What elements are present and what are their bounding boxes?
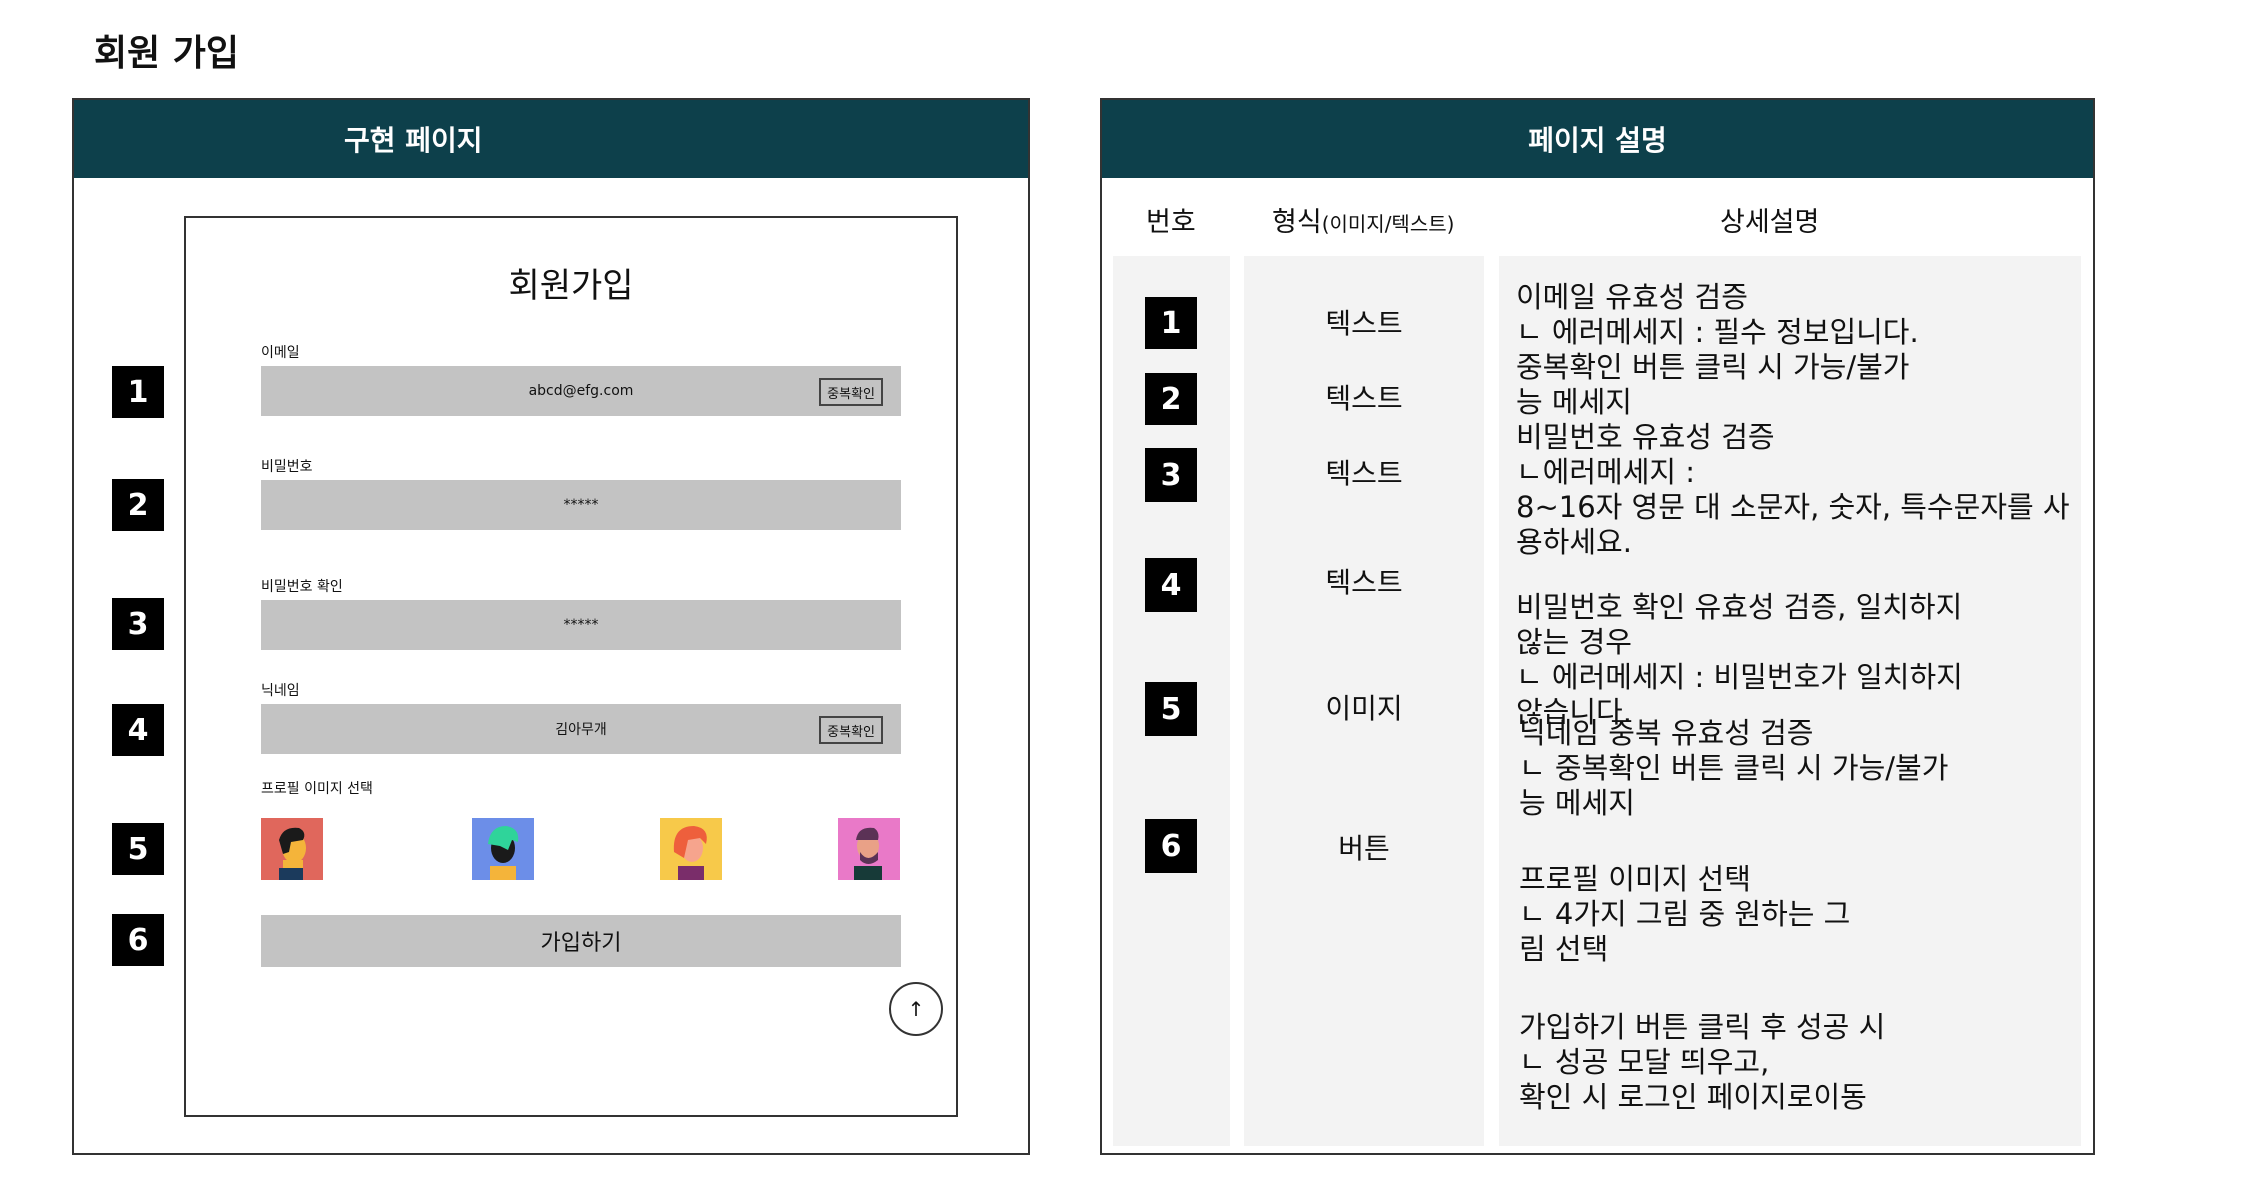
row-format-2: 텍스트 — [1325, 382, 1403, 415]
signup-submit-button[interactable]: 가입하기 — [261, 915, 901, 967]
row-format-1: 텍스트 — [1325, 307, 1403, 340]
nickname-dup-check-button[interactable]: 중복확인 — [819, 716, 883, 744]
badge-1: 1 — [112, 366, 164, 418]
row-number-3: 3 — [1145, 448, 1197, 502]
password-value: ***** — [563, 497, 599, 513]
badge-2: 2 — [112, 479, 164, 531]
row-number-2: 2 — [1145, 373, 1197, 425]
email-value: abcd@efg.com — [528, 383, 634, 399]
row-format-3: 텍스트 — [1325, 457, 1403, 490]
implementation-panel-header: 구현 페이지 — [74, 100, 1028, 178]
email-label: 이메일 — [261, 345, 300, 361]
email-field[interactable]: abcd@efg.com 중복확인 — [261, 366, 901, 416]
page-title: 회원 가입 — [94, 33, 240, 74]
avatar-red-bg-icon[interactable] — [261, 818, 323, 880]
avatar-yellow-bg-icon[interactable] — [660, 818, 722, 880]
nickname-value: 김아무개 — [555, 722, 607, 738]
row-description-6: 가입하기 버튼 클릭 후 성공 시 ㄴ 성공 모달 띄우고, 확인 시 로그인 … — [1519, 1010, 1886, 1114]
signup-form-mockup: 회원가입 이메일 abcd@efg.com 중복확인 비밀번호 ***** 비밀… — [184, 216, 958, 1117]
description-panel-header: 페이지 설명 — [1102, 100, 2093, 178]
profile-image-label: 프로필 이미지 선택 — [261, 781, 373, 797]
row-description-3: 비밀번호 확인 유효성 검증, 일치하지 않는 경우 ㄴ 에러메세지 : 비밀번… — [1516, 590, 1963, 729]
row-number-6: 6 — [1145, 819, 1197, 873]
row-description-4: 닉네임 중복 유효성 검증 ㄴ 중복확인 버튼 클릭 시 가능/불가 능 메세지 — [1519, 716, 1949, 820]
row-number-5: 5 — [1145, 682, 1197, 736]
row-format-6: 버튼 — [1338, 832, 1390, 865]
col-header-number: 번호 — [1146, 207, 1196, 238]
password-confirm-field[interactable]: ***** — [261, 600, 901, 650]
badge-3: 3 — [112, 598, 164, 650]
col-header-format-main: 형식 — [1272, 207, 1322, 238]
avatar-pink-bg-icon[interactable] — [838, 818, 900, 880]
row-description-2: 비밀번호 유효성 검증 ㄴ에러메세지 : 8~16자 영문 대 소문자, 숫자,… — [1516, 420, 2070, 559]
signup-form-title: 회원가입 — [508, 266, 634, 306]
row-number-4: 4 — [1145, 558, 1197, 612]
badge-5: 5 — [112, 823, 164, 875]
password-label: 비밀번호 — [261, 459, 313, 475]
email-dup-check-button[interactable]: 중복확인 — [819, 378, 883, 406]
nickname-field[interactable]: 김아무개 중복확인 — [261, 704, 901, 754]
nickname-label: 닉네임 — [261, 683, 300, 699]
badge-4: 4 — [112, 704, 164, 756]
col-header-format: 형식(이미지/텍스트) — [1272, 200, 1454, 239]
badge-6: 6 — [112, 914, 164, 966]
row-format-4: 텍스트 — [1325, 566, 1403, 599]
row-description-1: 이메일 유효성 검증 ㄴ 에러메세지 : 필수 정보입니다. 중복확인 버튼 클… — [1516, 280, 1919, 419]
col-header-format-sub: (이미지/텍스트) — [1321, 212, 1455, 236]
avatar-blue-bg-icon[interactable] — [472, 818, 534, 880]
scroll-top-button[interactable]: ↑ — [889, 982, 943, 1036]
row-number-1: 1 — [1145, 297, 1197, 349]
row-description-5: 프로필 이미지 선택 ㄴ 4가지 그림 중 원하는 그 림 선택 — [1519, 862, 1851, 966]
password-confirm-value: ***** — [563, 617, 599, 633]
arrow-up-icon: ↑ — [907, 997, 925, 1021]
password-confirm-label: 비밀번호 확인 — [261, 579, 343, 595]
password-field[interactable]: ***** — [261, 480, 901, 530]
row-format-5: 이미지 — [1325, 692, 1403, 725]
col-header-detail: 상세설명 — [1720, 207, 1820, 238]
